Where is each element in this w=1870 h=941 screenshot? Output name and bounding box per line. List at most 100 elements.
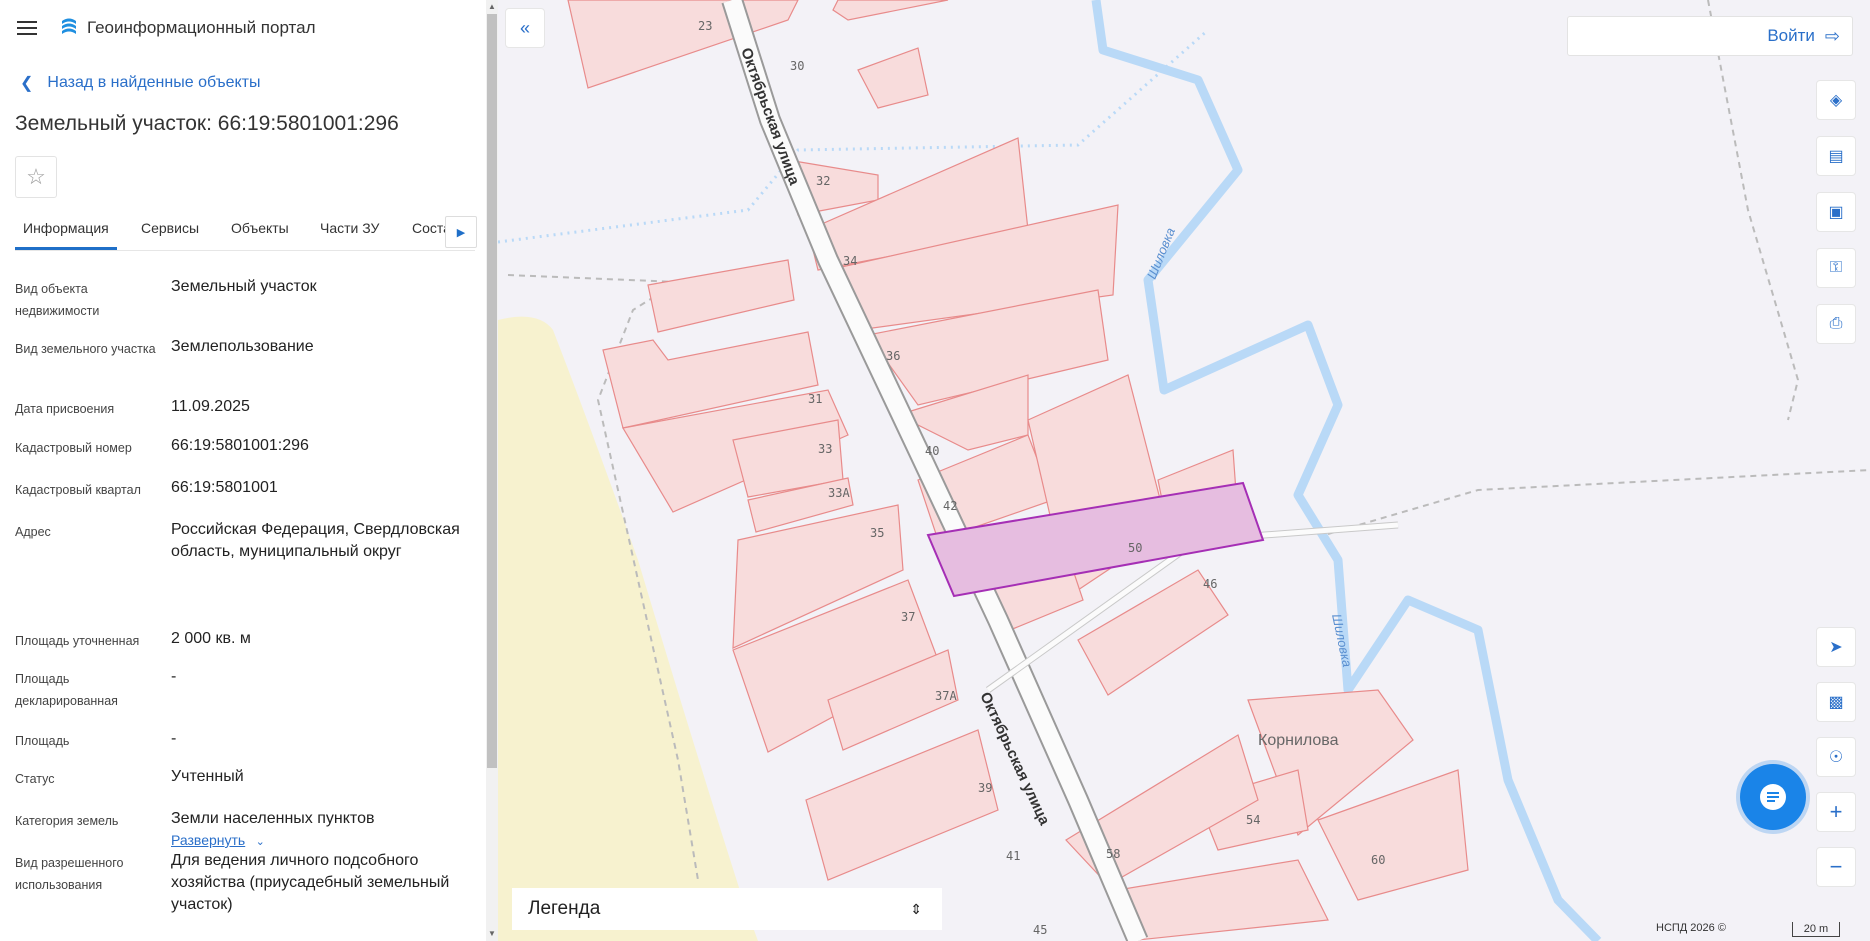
house-number: 33А xyxy=(828,486,850,500)
prop-value: Российская Федерация, Свердловская облас… xyxy=(171,521,460,560)
scroll-down-icon[interactable]: ▼ xyxy=(486,927,498,941)
prop-value: 66:19:5801001:296 xyxy=(171,437,309,454)
prop-label: Площадь декларированная xyxy=(15,672,118,708)
legend-panel[interactable]: Легенда ⇕ xyxy=(512,888,942,930)
river-label: Шиловка xyxy=(1329,613,1355,669)
prop-label: Площадь xyxy=(15,734,70,748)
tab-bar: Информация Сервисы Объекты Части ЗУ Сост… xyxy=(15,210,475,251)
house-number: 40 xyxy=(925,444,939,458)
prop-label: Статус xyxy=(15,772,55,786)
print-button[interactable]: ⎙ xyxy=(1816,304,1856,344)
geolocation-button[interactable]: ☉ xyxy=(1816,737,1856,777)
house-number: 31 xyxy=(808,392,822,406)
house-number: 50 xyxy=(1128,541,1142,555)
layers-button[interactable]: ◈ xyxy=(1816,80,1856,120)
expand-updown-icon: ⇕ xyxy=(910,900,922,917)
house-number: 46 xyxy=(1203,577,1217,591)
address-expand-link[interactable]: Развернуть ⌄ xyxy=(171,832,265,850)
collapse-panel-button[interactable]: « xyxy=(505,8,545,48)
zoom-out-button[interactable]: − xyxy=(1816,847,1856,887)
prop-label: Вид объекта недвижимости xyxy=(15,282,100,318)
zoom-in-button[interactable]: + xyxy=(1816,792,1856,832)
prop-value: 2 000 кв. м xyxy=(171,630,251,647)
prop-label: Кадастровый квартал xyxy=(15,483,141,497)
chevron-left-icon: ❮ xyxy=(20,75,34,92)
chevron-down-icon: ⌄ xyxy=(255,836,265,848)
house-number: 34 xyxy=(843,254,857,268)
measure-button[interactable]: ▤ xyxy=(1816,136,1856,176)
panel-scrollbar[interactable]: ▲ ▼ xyxy=(486,0,498,941)
map-canvas[interactable]: 23 30 32 34 36 31 33 33А 40 42 35 50 46 … xyxy=(498,0,1870,941)
favorite-star-icon[interactable]: ☆ xyxy=(15,156,57,198)
logo-icon xyxy=(62,18,76,34)
minus-icon: − xyxy=(1829,854,1843,879)
ruler-icon: ▤ xyxy=(1828,148,1844,165)
double-chevron-left-icon: « xyxy=(519,17,530,38)
chat-button[interactable] xyxy=(1740,764,1806,830)
legend-label: Легенда xyxy=(528,898,601,919)
house-number: 36 xyxy=(886,349,900,363)
menu-icon[interactable] xyxy=(17,21,37,35)
login-button[interactable]: Войти ⇨ xyxy=(1567,16,1853,56)
expand-label: Развернуть xyxy=(171,832,246,848)
house-number: 23 xyxy=(698,19,712,33)
map-layer[interactable]: 23 30 32 34 36 31 33 33А 40 42 35 50 46 … xyxy=(498,0,1870,941)
copyright: НСПД 2026 © xyxy=(1656,922,1726,934)
house-number: 54 xyxy=(1246,813,1260,827)
house-number: 45 xyxy=(1033,923,1047,937)
scale-bar: 20 m xyxy=(1792,922,1840,937)
prop-label: Категория земель xyxy=(15,814,119,828)
house-number: 37А xyxy=(935,689,957,703)
prop-label: Кадастровый номер xyxy=(15,441,132,455)
scroll-up-icon[interactable]: ▲ xyxy=(486,0,498,14)
prop-value: - xyxy=(171,730,177,747)
house-number: 33 xyxy=(818,442,832,456)
house-number: 58 xyxy=(1106,847,1120,861)
prop-label: Площадь уточненная xyxy=(15,634,140,648)
object-heading: Земельный участок: 66:19:5801001:296 xyxy=(15,112,399,135)
picture-in-picture-icon: ▩ xyxy=(1828,694,1844,711)
area-select-button[interactable]: ▣ xyxy=(1816,192,1856,232)
layers-icon: ◈ xyxy=(1829,92,1843,109)
house-number: 39 xyxy=(978,781,992,795)
prop-value: Для ведения личного подсобного хозяйства… xyxy=(171,852,450,913)
share-icon: ⚿ xyxy=(1829,259,1843,276)
tabs-next-button[interactable]: ▶ xyxy=(445,216,477,248)
printer-icon: ⎙ xyxy=(1829,315,1843,332)
tab-parts[interactable]: Части ЗУ xyxy=(320,220,379,236)
prop-label: Вид разрешенного использования xyxy=(15,856,124,892)
sign-in-icon: ⇨ xyxy=(1824,25,1840,46)
back-label: Назад в найденные объекты xyxy=(47,74,261,91)
select-area-icon: ▣ xyxy=(1828,204,1844,221)
tab-objects[interactable]: Объекты xyxy=(231,220,289,236)
tab-services[interactable]: Сервисы xyxy=(141,220,199,236)
prop-value: 66:19:5801001 xyxy=(171,479,278,496)
prop-value: Землепользование xyxy=(171,338,314,355)
app-title: Геоинформационный портал xyxy=(87,18,316,37)
house-number: 42 xyxy=(943,499,957,513)
tab-info[interactable]: Информация xyxy=(23,220,109,236)
house-number: 60 xyxy=(1371,853,1385,867)
minimap-button[interactable]: ▩ xyxy=(1816,682,1856,722)
locate-button[interactable]: ➤ xyxy=(1816,627,1856,667)
house-number: 37 xyxy=(901,610,915,624)
house-number: 30 xyxy=(790,59,804,73)
house-number: 41 xyxy=(1006,849,1020,863)
location-pin-icon: ☉ xyxy=(1828,749,1844,766)
share-button[interactable]: ⚿ xyxy=(1816,248,1856,288)
house-number: 35 xyxy=(870,526,884,540)
prop-value: Земельный участок xyxy=(171,278,317,295)
chevron-right-icon: ▶ xyxy=(456,226,466,239)
scrollbar-thumb[interactable] xyxy=(487,14,497,768)
prop-value: Земли населенных пунктов xyxy=(171,810,375,827)
place-label: Корнилова xyxy=(1258,732,1339,749)
active-tab-indicator xyxy=(15,247,117,250)
prop-label: Вид земельного участка xyxy=(15,342,156,356)
chat-bubble-icon xyxy=(1760,784,1786,810)
prop-value: Учтенный xyxy=(171,768,244,785)
house-number: 32 xyxy=(816,174,830,188)
prop-value: 11.09.2025 xyxy=(171,398,250,415)
info-panel: Геоинформационный портал ❮ Назад в найде… xyxy=(0,0,486,941)
back-link[interactable]: ❮ Назад в найденные объекты xyxy=(20,73,261,93)
app-header: Геоинформационный портал xyxy=(0,0,486,56)
